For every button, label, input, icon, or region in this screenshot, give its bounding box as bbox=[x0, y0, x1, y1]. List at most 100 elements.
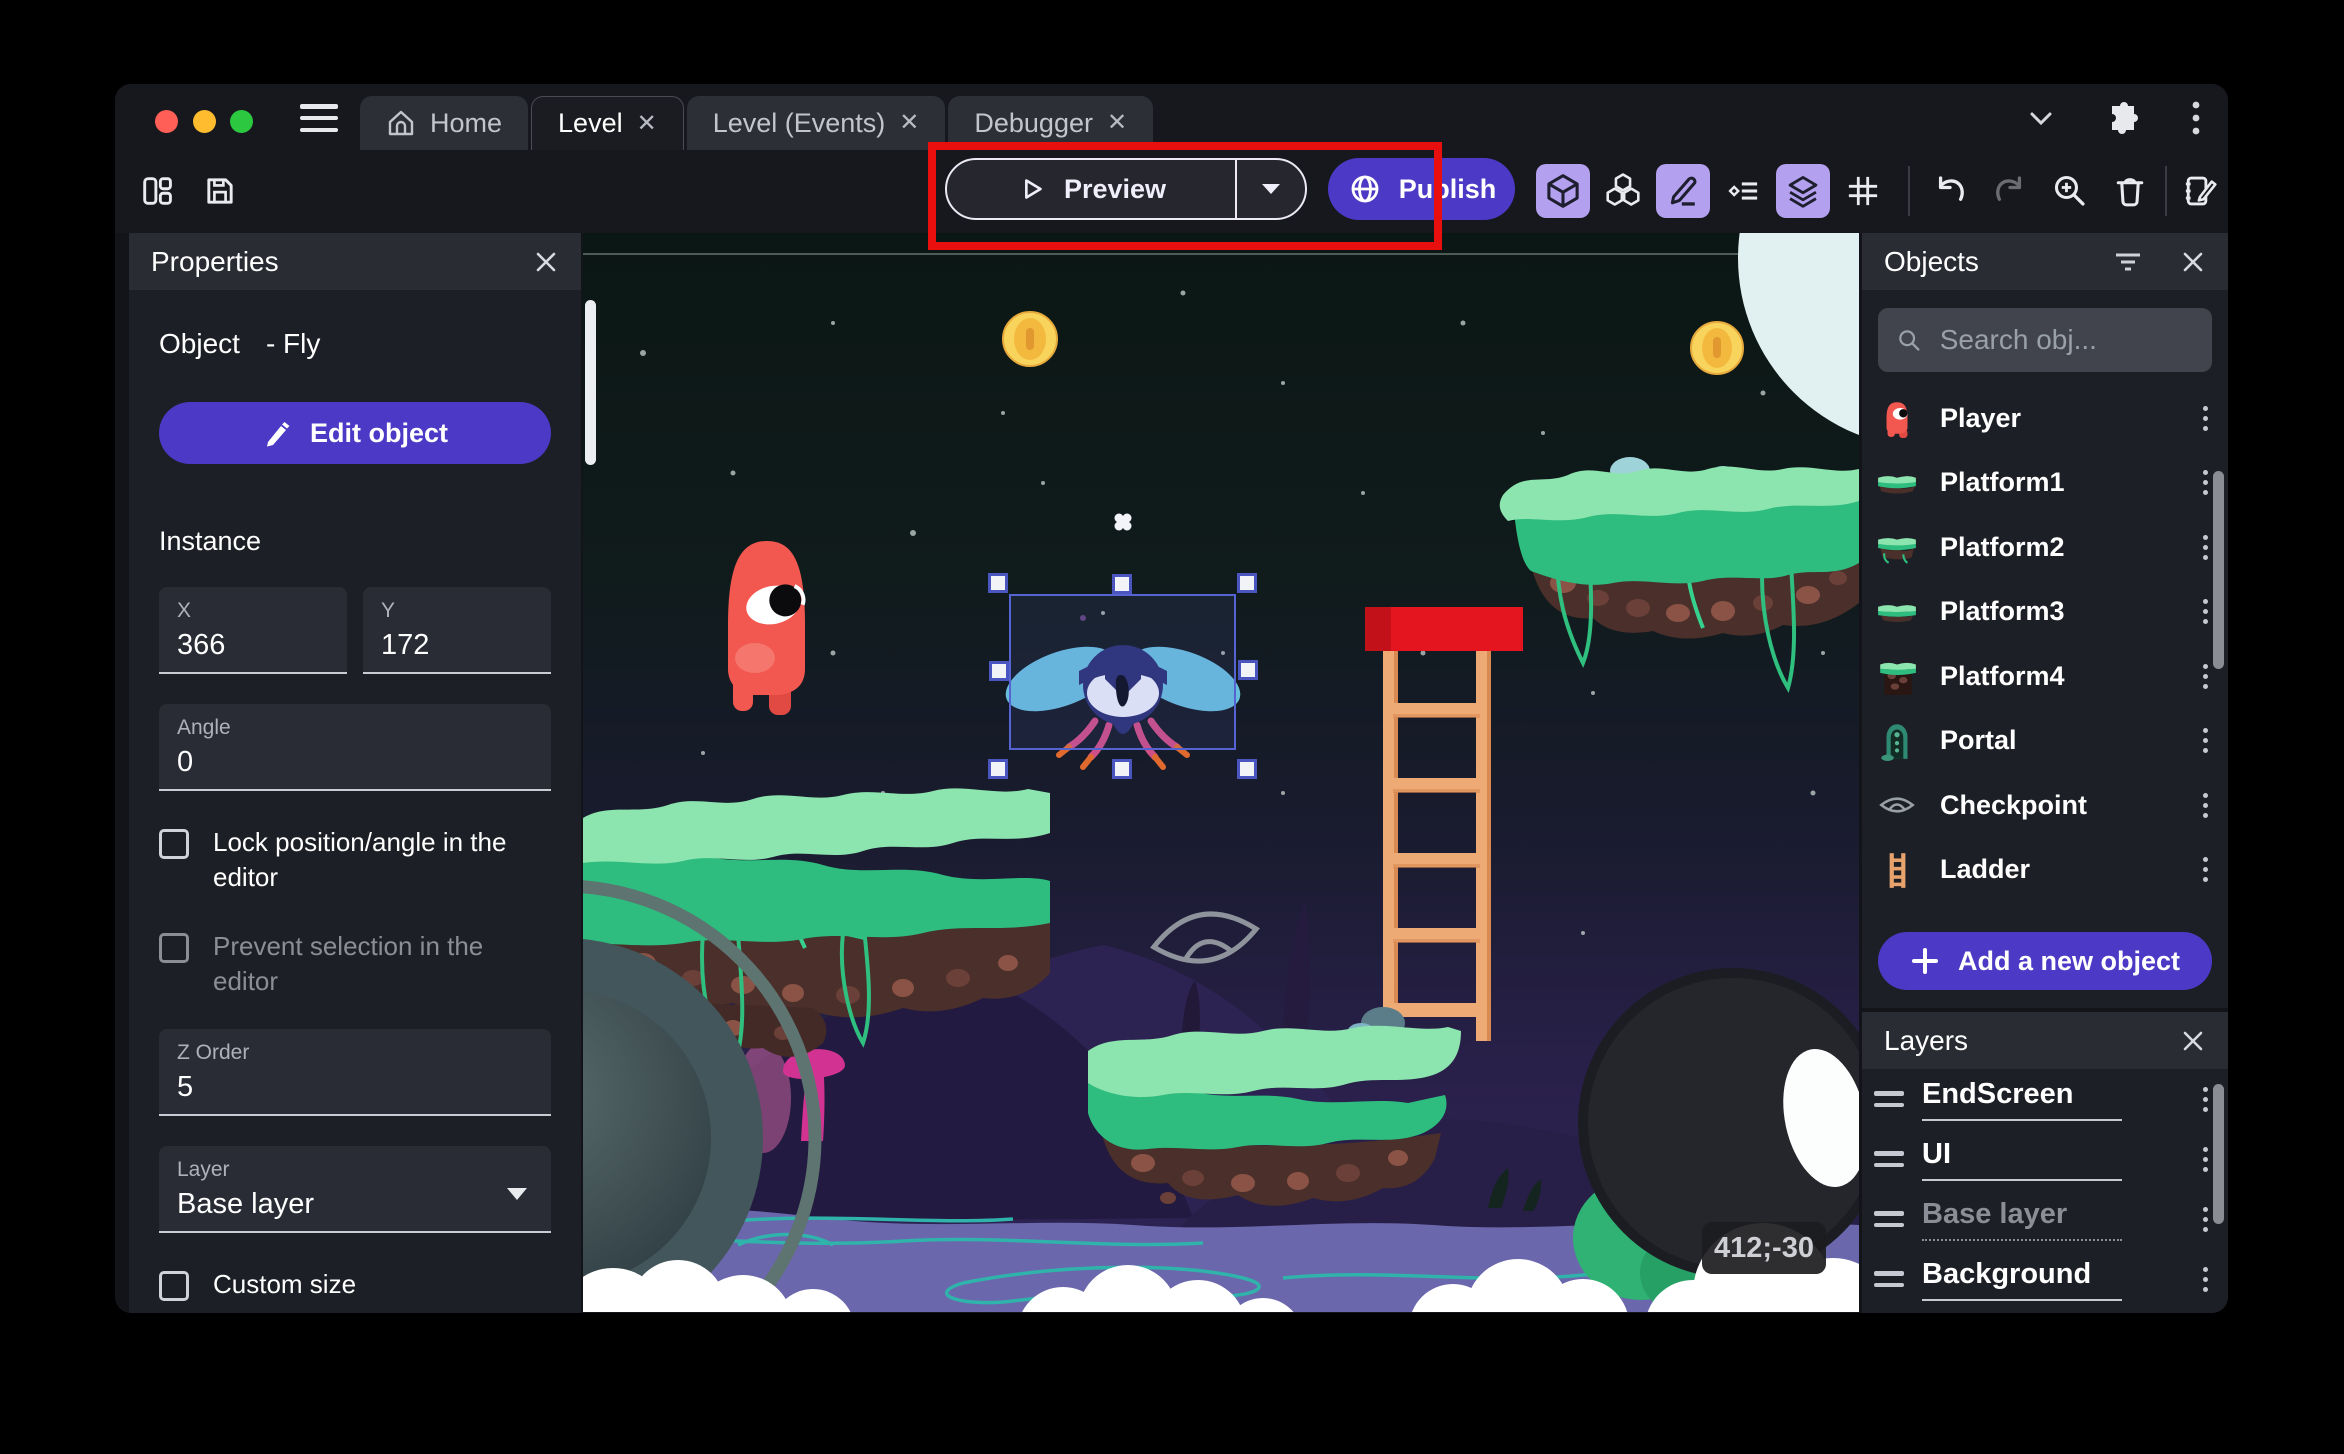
object-row-platform2[interactable]: Platform2 bbox=[1862, 515, 2228, 580]
angle-field[interactable]: Angle 0 bbox=[159, 704, 551, 791]
kebab-menu-icon[interactable] bbox=[2197, 400, 2214, 437]
desktop: Home Level ✕ Level (Events) ✕ Debugger ✕ bbox=[0, 0, 2344, 1454]
close-tab-icon[interactable]: ✕ bbox=[899, 111, 919, 135]
selection-handle-top-center[interactable] bbox=[1112, 574, 1132, 594]
toggle-3d-view-icon[interactable] bbox=[1536, 164, 1590, 218]
close-window-button[interactable] bbox=[155, 110, 178, 133]
drag-handle-icon[interactable] bbox=[1874, 1211, 1904, 1227]
kebab-menu-icon[interactable] bbox=[2197, 722, 2214, 759]
tab-level[interactable]: Level ✕ bbox=[531, 96, 684, 150]
kebab-menu-icon[interactable] bbox=[2197, 464, 2214, 501]
add-new-object-button[interactable]: Add a new object bbox=[1878, 932, 2212, 990]
kebab-menu-icon[interactable] bbox=[2190, 99, 2202, 137]
kebab-menu-icon[interactable] bbox=[2197, 787, 2214, 824]
preview-button[interactable]: Preview bbox=[947, 160, 1235, 218]
main-menu-icon[interactable] bbox=[300, 104, 338, 132]
tab-debugger[interactable]: Debugger ✕ bbox=[948, 96, 1154, 150]
close-icon[interactable] bbox=[533, 249, 559, 275]
layer-row-endscreen[interactable]: EndScreen bbox=[1862, 1069, 2228, 1129]
search-input[interactable] bbox=[1937, 323, 2194, 357]
canvas-scrollbar[interactable] bbox=[585, 300, 596, 465]
selection-handle-bottom-center[interactable] bbox=[1112, 759, 1132, 779]
object-row-player[interactable]: Player bbox=[1862, 386, 2228, 451]
drag-handle-icon[interactable] bbox=[1874, 1151, 1904, 1167]
close-icon[interactable] bbox=[2180, 1028, 2206, 1054]
selected-object-heading: Object - Fly bbox=[159, 328, 321, 359]
object-search[interactable] bbox=[1878, 308, 2212, 372]
kebab-menu-icon[interactable] bbox=[2197, 1201, 2214, 1238]
preview-options-dropdown[interactable] bbox=[1235, 160, 1305, 218]
undo-icon[interactable] bbox=[1923, 164, 1977, 218]
object-row-checkpoint[interactable]: Checkpoint bbox=[1862, 773, 2228, 838]
x-position-field[interactable]: X 366 bbox=[159, 587, 347, 674]
chevron-down-icon[interactable] bbox=[2024, 106, 2058, 130]
layer-row-ui[interactable]: UI bbox=[1862, 1129, 2228, 1189]
coin-sprite[interactable] bbox=[1002, 311, 1058, 367]
selection-rectangle[interactable] bbox=[1009, 594, 1236, 750]
scene-canvas[interactable]: 412;-30 bbox=[583, 233, 1859, 1312]
kebab-menu-icon[interactable] bbox=[2197, 529, 2214, 566]
layer-row-base-layer[interactable]: Base layer bbox=[1862, 1189, 2228, 1249]
minimize-window-button[interactable] bbox=[193, 110, 216, 133]
zoom-window-button[interactable] bbox=[230, 110, 253, 133]
y-position-field[interactable]: Y 172 bbox=[363, 587, 551, 674]
grid-icon[interactable] bbox=[1836, 164, 1890, 218]
extensions-icon[interactable] bbox=[2106, 100, 2142, 136]
platform2-thumbnail bbox=[1874, 524, 1920, 570]
lock-position-checkbox[interactable]: Lock position/angle in the editor bbox=[159, 825, 551, 895]
kebab-menu-icon[interactable] bbox=[2197, 851, 2214, 888]
selection-handle-bottom-left[interactable] bbox=[988, 759, 1008, 779]
selection-handle-top-left[interactable] bbox=[988, 573, 1008, 593]
selection-handle-bottom-right[interactable] bbox=[1237, 759, 1257, 779]
zoom-in-icon[interactable] bbox=[2043, 164, 2097, 218]
selection-handle-mid-right[interactable] bbox=[1238, 660, 1258, 680]
object-row-ladder[interactable]: Ladder bbox=[1862, 838, 2228, 903]
selection-handle-mid-left[interactable] bbox=[989, 661, 1009, 681]
coin-sprite[interactable] bbox=[1690, 321, 1744, 375]
z-order-field[interactable]: Z Order 5 bbox=[159, 1029, 551, 1117]
play-icon bbox=[1024, 179, 1042, 199]
prevent-selection-checkbox[interactable]: Prevent selection in the editor bbox=[159, 929, 551, 999]
objects-scrollbar[interactable] bbox=[2213, 471, 2224, 669]
layer-select[interactable]: Layer Base layer bbox=[159, 1146, 551, 1234]
tab-level-events[interactable]: Level (Events) ✕ bbox=[686, 96, 946, 150]
layers-panel-icon[interactable] bbox=[1776, 164, 1830, 218]
object-row-platform4[interactable]: Platform4 bbox=[1862, 644, 2228, 709]
drag-handle-icon[interactable] bbox=[1874, 1091, 1904, 1107]
player-sprite[interactable] bbox=[728, 541, 807, 715]
edit-object-button[interactable]: Edit object bbox=[159, 402, 551, 464]
publish-button[interactable]: Publish bbox=[1328, 158, 1515, 220]
custom-size-checkbox[interactable]: Custom size bbox=[159, 1267, 551, 1302]
close-icon[interactable] bbox=[2180, 249, 2206, 275]
object-row-platform3[interactable]: Platform3 bbox=[1862, 580, 2228, 645]
selection-handle-top-right[interactable] bbox=[1237, 573, 1257, 593]
objects-cubes-icon[interactable] bbox=[1596, 164, 1650, 218]
properties-panel-title: Properties bbox=[151, 245, 279, 277]
kebab-menu-icon[interactable] bbox=[2197, 593, 2214, 630]
drag-handle-icon[interactable] bbox=[1874, 1271, 1904, 1287]
kebab-menu-icon[interactable] bbox=[2197, 658, 2214, 695]
tab-home[interactable]: Home bbox=[360, 96, 529, 150]
close-tab-icon[interactable]: ✕ bbox=[1107, 111, 1127, 135]
save-icon[interactable] bbox=[193, 164, 247, 218]
edit-mode-pencil-icon[interactable] bbox=[1656, 164, 1710, 218]
kebab-menu-icon[interactable] bbox=[2197, 1141, 2214, 1178]
kebab-menu-icon[interactable] bbox=[2197, 1261, 2214, 1298]
filter-icon[interactable] bbox=[2112, 250, 2144, 274]
kebab-menu-icon[interactable] bbox=[2197, 1081, 2214, 1118]
delete-trash-icon[interactable] bbox=[2103, 164, 2157, 218]
close-tab-icon[interactable]: ✕ bbox=[637, 111, 657, 136]
object-row-portal[interactable]: Portal bbox=[1862, 709, 2228, 774]
layer-row-background[interactable]: Background bbox=[1862, 1249, 2228, 1309]
flower-sprite[interactable] bbox=[1114, 513, 1132, 531]
checkbox[interactable] bbox=[159, 933, 189, 964]
checkbox[interactable] bbox=[159, 1271, 189, 1302]
layers-scrollbar[interactable] bbox=[2213, 1084, 2224, 1224]
edit-scene-notes-icon[interactable] bbox=[2173, 164, 2227, 218]
object-row-platform1[interactable]: Platform1 bbox=[1862, 451, 2228, 516]
instances-list-icon[interactable] bbox=[1716, 164, 1770, 218]
editor-toolbar: Preview Publish bbox=[115, 150, 2228, 233]
redo-icon[interactable] bbox=[1983, 164, 2037, 218]
checkbox[interactable] bbox=[159, 829, 189, 859]
toggle-panels-icon[interactable] bbox=[130, 164, 184, 218]
